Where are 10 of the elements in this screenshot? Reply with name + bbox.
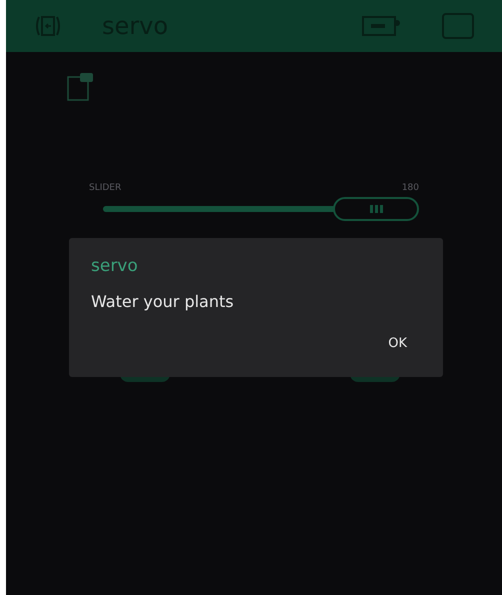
back-icon[interactable] xyxy=(34,15,62,37)
slider-thumb[interactable] xyxy=(333,196,419,220)
slider-label: SLIDER xyxy=(89,182,122,195)
slider-value: 180 xyxy=(402,182,419,195)
dialog-title: servo xyxy=(91,255,139,278)
square-icon[interactable] xyxy=(442,13,474,39)
device-notification-icon[interactable] xyxy=(66,72,96,102)
device-status-icon[interactable] xyxy=(362,15,400,37)
dialog-message: Water your plants xyxy=(91,290,235,312)
ok-button[interactable]: OK xyxy=(382,330,413,357)
